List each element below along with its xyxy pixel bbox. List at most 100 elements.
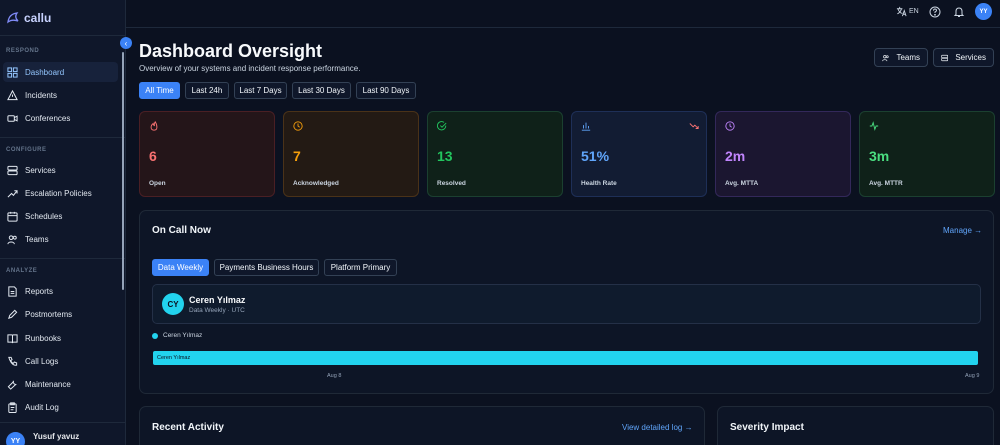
sidebar-item-teams[interactable]: Teams [3,229,118,249]
sidebar-item-label: Conferences [25,113,71,123]
collapse-sidebar-button[interactable]: ‹ [120,37,132,49]
sidebar-item-label: Schedules [25,211,63,221]
sidebar-item-maintenance[interactable]: Maintenance [3,374,118,394]
stat-card-avg-mttr[interactable]: 3m Avg. MTTR [859,111,995,197]
stat-label: Resolved [437,180,466,187]
section-respond: RESPOND [6,48,40,54]
sidebar-item-schedules[interactable]: Schedules [3,206,118,226]
timeline-bar-label: Ceren Yılmaz [157,355,191,361]
sidebar-item-label: Runbooks [25,333,62,343]
on-call-person-card[interactable]: CY Ceren Yılmaz Data Weekly · UTC [152,284,981,324]
stat-label: Open [149,180,166,187]
translate-icon [896,6,907,17]
sidebar-item-conferences[interactable]: Conferences [3,108,118,128]
timeline-tick: Aug 8 [327,373,342,379]
sidebar-item-dashboard[interactable]: Dashboard [3,62,118,82]
file-text-icon [8,285,17,297]
stat-value: 6 [149,148,157,164]
sidebar-item-label: Teams [25,234,49,244]
sidebar-item-incidents[interactable]: Incidents [3,85,118,105]
filter-last-24h[interactable]: Last 24h [185,82,229,99]
filter-last-30-days[interactable]: Last 30 Days [292,82,351,99]
sidebar-item-label: Audit Log [25,402,59,412]
help-icon[interactable] [929,6,941,18]
chevron-left-icon: ‹ [124,38,128,48]
sidebar-item-call-logs[interactable]: Call Logs [3,351,118,371]
schedule-tab-platform-primary[interactable]: Platform Primary [324,259,397,276]
sidebar-item-audit-log[interactable]: Audit Log [3,397,118,417]
users-icon [7,234,17,244]
page-title: Dashboard Oversight [139,41,323,61]
filter-last-90-days[interactable]: Last 90 Days [356,82,416,99]
page-subtitle: Overview of your systems and incident re… [139,64,361,73]
stat-card-avg-mtta[interactable]: 2m Avg. MTTA [715,111,851,197]
stat-value: 3m [869,148,890,164]
teams-button[interactable]: Teams [874,48,928,67]
legend-dot [152,332,158,339]
stat-card-acknowledged[interactable]: 7 Acknowledged [283,111,419,197]
logo-icon [7,11,19,23]
legend-label: Ceren Yılmaz [163,332,203,339]
server-icon [7,165,18,175]
alert-triangle-icon [7,89,18,100]
timeline-legend: Ceren Yılmaz [152,332,202,339]
sidebar-item-reports[interactable]: Reports [3,281,118,301]
sidebar-item-services[interactable]: Services [3,160,118,180]
sidebar-item-label: Dashboard [25,67,65,77]
stat-label: Avg. MTTR [869,180,903,187]
services-button[interactable]: Services [933,48,994,67]
topbar-user-avatar[interactable]: YY [975,3,992,20]
language-label: EN [909,8,919,15]
schedule-tab-payments-business-hours[interactable]: Payments Business Hours [214,259,319,276]
sidebar-item-label: Escalation Policies [25,188,92,198]
language-switcher[interactable]: EN [896,6,919,17]
stat-card-resolved[interactable]: 13 Resolved [427,111,563,197]
edit-icon [8,309,18,319]
schedule-tab-data-weekly[interactable]: Data Weekly [152,259,209,276]
sidebar-divider [0,137,126,138]
check-circle-icon [437,121,447,131]
activity-icon [869,121,879,131]
stat-card-health-rate[interactable]: 51% Health Rate [571,111,707,197]
sidebar-item-label: Maintenance [25,379,71,389]
sidebar-divider [0,422,126,423]
manage-link[interactable]: Manage → [943,226,982,235]
sidebar-scrollbar[interactable] [122,52,124,290]
clipboard-icon [8,401,17,413]
on-call-title: On Call Now [152,225,211,236]
on-call-avatar: CY [162,293,184,315]
phone-icon [8,356,18,366]
logo-text: callu [24,10,52,25]
stat-card-open[interactable]: 6 Open [139,111,275,197]
sidebar-item-escalation-policies[interactable]: Escalation Policies [3,183,118,203]
timer-icon [725,121,735,131]
app-root: callu RESPOND Dashboard Incidents Confer… [0,0,1000,445]
sidebar-item-runbooks[interactable]: Runbooks [3,328,118,348]
timeline-bar[interactable]: Ceren Yılmaz [153,351,978,365]
grid-icon [7,66,18,78]
stat-value: 13 [437,148,453,164]
sidebar: callu RESPOND Dashboard Incidents Confer… [0,0,126,445]
filter-last-7-days[interactable]: Last 7 Days [234,82,287,99]
sidebar-item-label: Call Logs [25,356,59,366]
user-avatar: YY [6,432,25,445]
teams-button-label: Teams [896,53,920,62]
bell-icon[interactable] [953,6,965,18]
section-configure: CONFIGURE [6,147,47,153]
sidebar-item-label: Reports [25,286,54,296]
stat-value: 51% [581,148,610,164]
view-detailed-log-link[interactable]: View detailed log → [622,423,693,432]
sidebar-item-postmortems[interactable]: Postmortems [3,304,118,324]
sidebar-item-label: Postmortems [25,309,73,319]
users-icon [882,54,889,61]
logo[interactable]: callu [0,0,125,36]
sidebar-user[interactable]: YY Yusuf yavuz [6,432,79,445]
section-analyze: ANALYZE [6,268,38,274]
bar-chart-icon [581,122,591,131]
video-icon [7,114,18,122]
on-call-detail: Data Weekly · UTC [189,307,245,314]
clock-icon [293,121,303,131]
stat-value: 7 [293,148,301,164]
stat-label: Health Rate [581,180,617,187]
filter-all-time[interactable]: All Time [139,82,180,99]
